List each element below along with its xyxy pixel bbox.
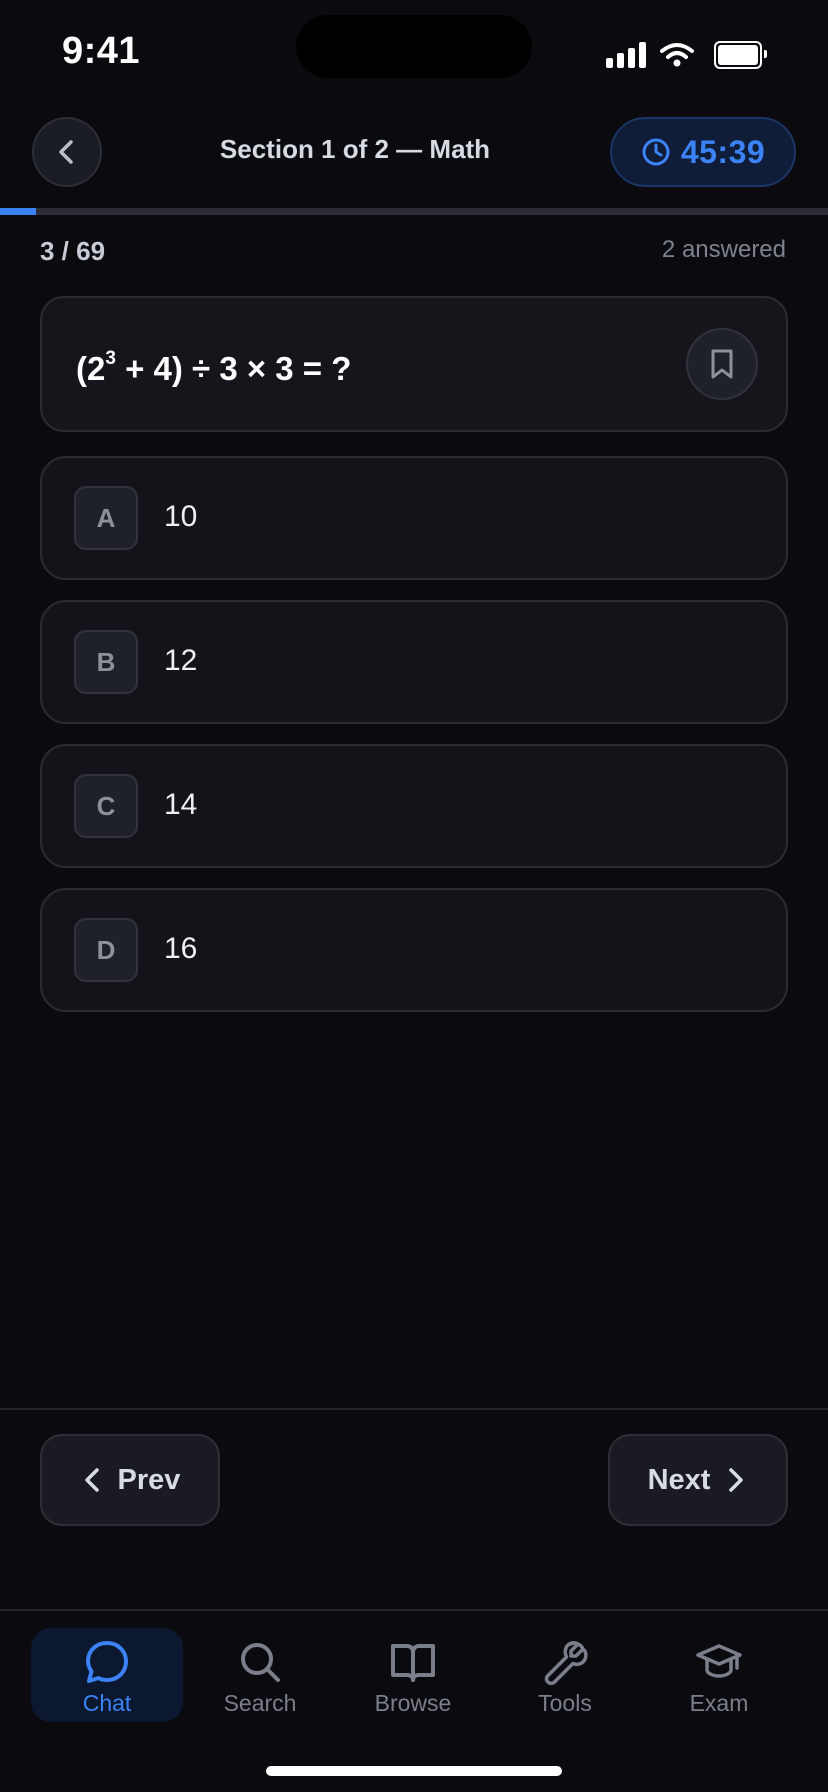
tab-label: Browse (374, 1690, 452, 1716)
option-text: 16 (164, 932, 198, 965)
exam-question-screen: 9:41 Section 1 of 2 — Math 45:39 3 / 69 … (0, 0, 828, 1792)
option-a[interactable]: A 10 (40, 456, 788, 580)
prev-button[interactable]: Prev (40, 1434, 220, 1526)
tab-exam[interactable]: Exam (643, 1628, 795, 1722)
tab-label: Exam (689, 1690, 749, 1716)
tab-browse[interactable]: Browse (337, 1628, 489, 1722)
home-indicator (266, 1766, 562, 1776)
option-c[interactable]: C 14 (40, 744, 788, 868)
question-counter: 3 / 69 (40, 236, 106, 266)
status-bar: 9:41 (0, 0, 828, 100)
progress-fill (0, 208, 37, 215)
tab-label: Chat (82, 1690, 132, 1716)
tab-chat[interactable]: Chat (31, 1628, 183, 1722)
battery-icon (714, 41, 767, 69)
option-b[interactable]: B 12 (40, 600, 788, 724)
chevron-right-icon (729, 1468, 744, 1492)
clock-icon (642, 138, 670, 166)
question-exponent: 3 (105, 348, 116, 369)
tab-label: Tools (538, 1690, 592, 1716)
option-d[interactable]: D 16 (40, 888, 788, 1012)
bookmark-icon (711, 349, 733, 379)
status-icons (606, 38, 767, 72)
option-text: 12 (164, 644, 198, 677)
question-rest: + 4) ÷ 3 × 3 = ? (115, 350, 352, 387)
question-text: (23 + 4) ÷ 3 × 3 = ? (76, 348, 352, 388)
cellular-signal-icon (606, 42, 646, 68)
section-title: Section 1 of 2 — Math (219, 134, 491, 164)
option-letter: A (74, 486, 138, 550)
timer-text: 45:39 (680, 133, 766, 170)
timer-pill: 45:39 (610, 117, 796, 187)
option-letter: D (74, 918, 138, 982)
tab-search[interactable]: Search (184, 1628, 336, 1722)
divider (0, 1408, 828, 1410)
prev-label: Prev (117, 1463, 181, 1496)
status-time: 9:41 (62, 30, 141, 72)
book-icon (391, 1644, 435, 1682)
chat-bubble-icon (86, 1641, 128, 1683)
option-text: 14 (164, 788, 198, 821)
question-base: (2 (76, 350, 106, 387)
tab-tools[interactable]: Tools (489, 1628, 641, 1722)
progress-bar (0, 208, 828, 215)
chevron-left-icon (84, 1468, 99, 1492)
answered-count: 2 answered (661, 236, 786, 263)
option-text: 10 (164, 500, 198, 533)
tab-label: Search (223, 1690, 297, 1716)
chevron-left-icon (59, 140, 73, 164)
search-icon (241, 1643, 280, 1682)
back-button[interactable] (32, 117, 102, 187)
option-letter: C (74, 774, 138, 838)
question-card: (23 + 4) ÷ 3 × 3 = ? (40, 296, 788, 432)
tab-bar-divider (0, 1609, 828, 1611)
bookmark-button[interactable] (686, 328, 758, 400)
wrench-icon (544, 1641, 588, 1686)
dynamic-island (296, 15, 532, 78)
next-label: Next (647, 1463, 711, 1496)
graduation-cap-icon (696, 1644, 742, 1678)
wifi-icon (660, 43, 694, 67)
option-letter: B (74, 630, 138, 694)
next-button[interactable]: Next (608, 1434, 788, 1526)
